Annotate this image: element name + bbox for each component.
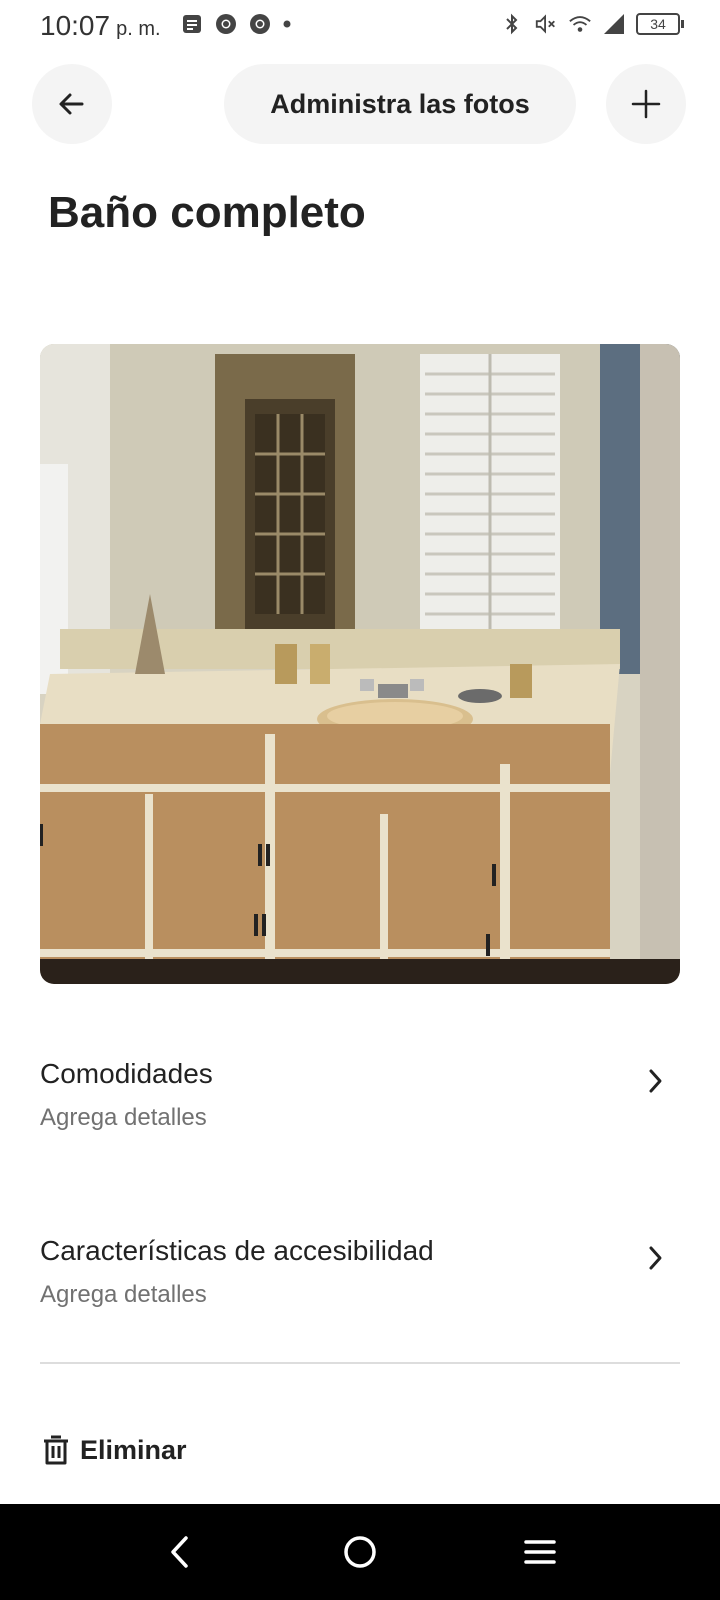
status-notification-icons [180, 12, 292, 36]
status-time: 10:07 p. m. [40, 10, 161, 42]
trash-icon [44, 1435, 68, 1465]
notes-icon [180, 12, 204, 36]
recents-icon [524, 1540, 556, 1564]
add-photo-button[interactable] [606, 64, 686, 144]
signal-icon [602, 12, 626, 36]
chevron-right-icon [649, 1246, 662, 1270]
page-title: Baño completo [48, 188, 366, 237]
nav-recents-button[interactable] [520, 1532, 560, 1572]
status-ampm: p. m. [116, 18, 161, 40]
accessibility-subtitle: Agrega detalles [40, 1281, 207, 1308]
chrome-icon [248, 12, 272, 36]
bluetooth-icon [500, 12, 524, 36]
chrome-icon [214, 12, 238, 36]
plus-icon [631, 89, 661, 119]
back-icon [171, 1536, 188, 1568]
wifi-icon [568, 12, 592, 36]
status-clock: 10:07 [40, 10, 111, 41]
battery-icon: 34 [636, 13, 684, 35]
amenities-subtitle: Agrega detalles [40, 1104, 207, 1131]
dot-icon [282, 12, 292, 36]
status-bar: 10:07 p. m. 34 [0, 0, 720, 52]
top-bar: Administra las fotos [0, 64, 720, 146]
system-nav-bar [0, 1504, 720, 1600]
bathroom-photo[interactable] [40, 344, 680, 984]
bathroom-photo-image [40, 344, 680, 984]
nav-home-button[interactable] [340, 1532, 380, 1572]
delete-label: Eliminar [80, 1434, 187, 1465]
amenities-title: Comodidades [40, 1058, 213, 1089]
accessibility-title: Características de accesibilidad [40, 1235, 434, 1266]
manage-photos-title: Administra las fotos [224, 64, 576, 144]
chevron-right-icon [649, 1069, 662, 1093]
arrow-left-icon [59, 93, 84, 115]
back-button[interactable] [32, 64, 112, 144]
accessibility-row[interactable]: Características de accesibilidad Agrega … [40, 1235, 680, 1345]
divider [40, 1362, 680, 1364]
mute-icon [534, 12, 558, 36]
nav-back-button[interactable] [160, 1532, 200, 1572]
delete-button[interactable]: Eliminar [42, 1430, 187, 1470]
home-icon [344, 1536, 376, 1568]
amenities-row[interactable]: Comodidades Agrega detalles [40, 1058, 680, 1168]
status-system-icons: 34 [500, 12, 684, 36]
